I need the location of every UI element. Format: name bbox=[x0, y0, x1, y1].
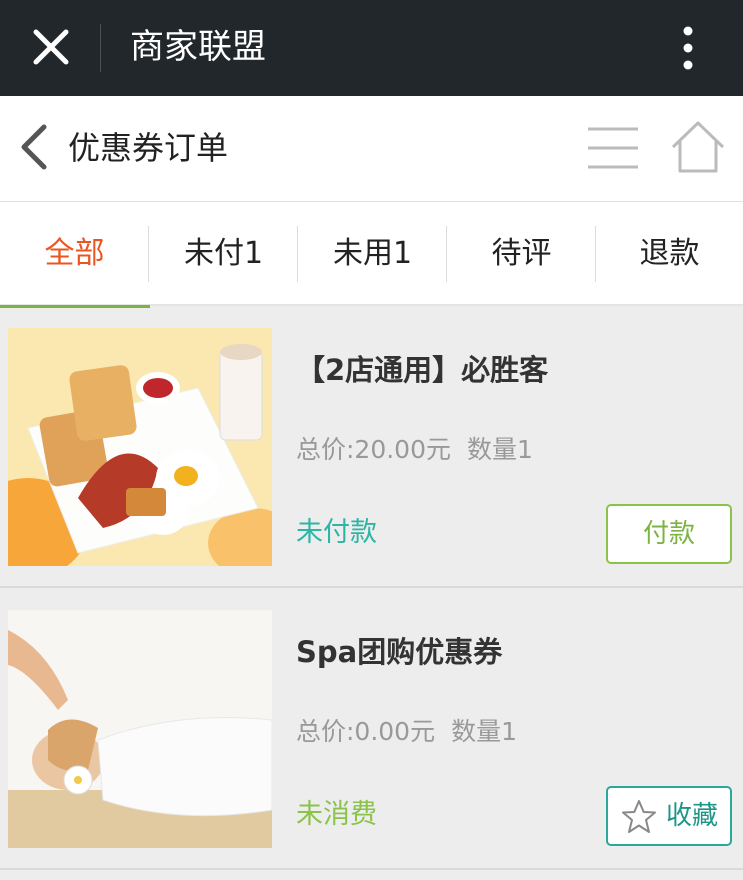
order-item[interactable]: 【2店通用】必胜客 总价:20.00元 数量1 未付款 付款 bbox=[0, 308, 743, 588]
order-price-line: 总价:0.00元 数量1 bbox=[296, 714, 533, 750]
order-filter-tabs: 全部 未付1 未用1 待评 退款 bbox=[0, 202, 743, 308]
pay-button[interactable]: 付款 bbox=[606, 504, 732, 564]
close-icon[interactable] bbox=[28, 24, 74, 70]
order-item[interactable]: Spa团购优惠券 总价:0.00元 数量1 未消费 收藏 bbox=[0, 590, 743, 870]
star-icon bbox=[622, 800, 656, 833]
window-title: 商家联盟 bbox=[130, 27, 266, 67]
tab-refund[interactable]: 退款 bbox=[596, 202, 743, 306]
order-status: 未付款 bbox=[296, 517, 377, 548]
page-title: 优惠券订单 bbox=[68, 129, 229, 167]
tab-label: 待评 bbox=[491, 236, 552, 271]
favorite-label: 收藏 bbox=[666, 801, 719, 831]
tab-label: 退款 bbox=[639, 236, 700, 271]
tab-unused[interactable]: 未用1 bbox=[298, 202, 447, 306]
tab-to-review[interactable]: 待评 bbox=[447, 202, 596, 306]
page-header: 优惠券订单 bbox=[0, 96, 743, 202]
order-total: 总价:20.00元 bbox=[296, 435, 451, 464]
favorite-button[interactable]: 收藏 bbox=[606, 786, 732, 846]
order-title: Spa团购优惠券 bbox=[296, 635, 503, 669]
order-quantity: 数量1 bbox=[467, 435, 533, 464]
app-titlebar: 商家联盟 bbox=[0, 0, 743, 96]
tab-label: 未用1 bbox=[332, 236, 413, 271]
home-icon[interactable] bbox=[670, 120, 726, 174]
more-options-icon[interactable] bbox=[676, 24, 700, 72]
tab-label: 全部 bbox=[44, 236, 105, 271]
order-quantity: 数量1 bbox=[451, 717, 517, 746]
spa-image bbox=[8, 610, 272, 848]
breakfast-image bbox=[8, 328, 272, 566]
menu-icon[interactable] bbox=[586, 126, 640, 170]
order-status: 未消费 bbox=[296, 799, 377, 830]
tab-label: 未付1 bbox=[183, 236, 264, 271]
back-arrow-icon[interactable] bbox=[18, 124, 50, 170]
order-total: 总价:0.00元 bbox=[296, 717, 436, 746]
titlebar-divider bbox=[100, 24, 101, 72]
order-title: 【2店通用】必胜客 bbox=[296, 353, 549, 387]
tab-all[interactable]: 全部 bbox=[0, 202, 150, 308]
order-price-line: 总价:20.00元 数量1 bbox=[296, 432, 549, 468]
tab-unpaid[interactable]: 未付1 bbox=[149, 202, 298, 306]
